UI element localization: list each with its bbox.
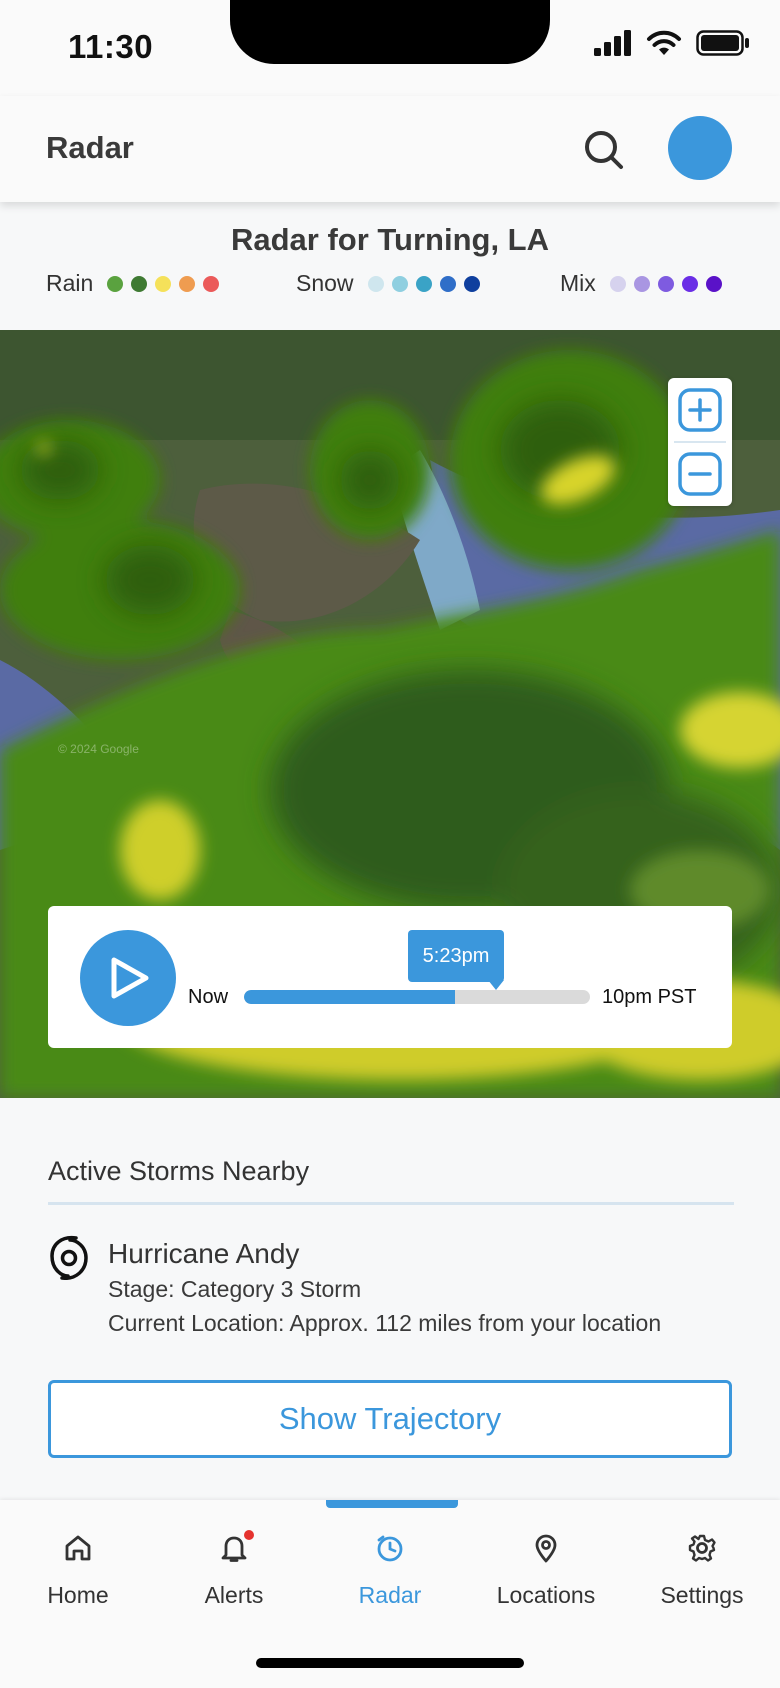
- tab-radar[interactable]: Radar: [312, 1528, 468, 1618]
- timeline-track[interactable]: [244, 990, 590, 1004]
- search-button[interactable]: [580, 126, 628, 174]
- tab-label-alerts: Alerts: [204, 1582, 264, 1608]
- legend-dot: [705, 275, 722, 292]
- bottom-tab-bar: Home Alerts Radar Locations Settings: [0, 1500, 780, 1688]
- legend-dot: [391, 275, 408, 292]
- legend-mix: Mix: [560, 270, 730, 297]
- legend-snow: Snow: [296, 270, 488, 297]
- storms-section-title: Active Storms Nearby: [48, 1156, 310, 1186]
- timeline-start-label: Now: [188, 986, 229, 1008]
- legend-dot: [609, 275, 626, 292]
- legend-dot: [179, 275, 196, 292]
- home-indicator: [256, 1658, 524, 1668]
- zoom-divider: [674, 441, 726, 443]
- zoom-in-button[interactable]: [676, 386, 724, 434]
- legend-dot: [657, 275, 674, 292]
- legend-dot: [131, 275, 148, 292]
- radar-icon: [377, 1535, 403, 1562]
- location-pin-icon: [535, 1534, 557, 1563]
- storm-stage: Stage: Category 3 Storm: [108, 1276, 362, 1302]
- storm-location: Current Location: Approx. 112 miles from…: [108, 1310, 662, 1336]
- legend-label-mix: Mix: [560, 270, 596, 296]
- tab-alerts[interactable]: Alerts: [156, 1528, 312, 1618]
- map-watermark: © 2024 Google: [58, 742, 139, 756]
- timeline-current-time: 5:23pm: [408, 930, 504, 982]
- status-bar: 11:30: [0, 0, 780, 96]
- device-notch: [230, 0, 550, 64]
- legend-dot: [415, 275, 432, 292]
- wifi-icon: [647, 30, 681, 55]
- page-title: Radar: [46, 130, 134, 165]
- avatar[interactable]: [668, 116, 732, 180]
- home-icon: [65, 1535, 91, 1561]
- timeline-end-label: 10pm PST: [602, 986, 697, 1008]
- legend-dot: [155, 275, 172, 292]
- tab-label-locations: Locations: [496, 1582, 596, 1608]
- hurricane-icon: [48, 1234, 90, 1280]
- search-icon: [585, 131, 623, 169]
- tab-home[interactable]: Home: [0, 1528, 156, 1618]
- legend-label-rain: Rain: [46, 270, 94, 296]
- app-header: Radar: [0, 96, 780, 202]
- plus-icon: [678, 388, 722, 432]
- legend-dot: [367, 275, 384, 292]
- legend-dot: [203, 275, 220, 292]
- active-tab-indicator: [326, 1500, 458, 1508]
- legend-dot: [439, 275, 456, 292]
- alert-badge: [244, 1530, 254, 1540]
- tab-label-radar: Radar: [358, 1582, 422, 1608]
- timeline-progress: [244, 990, 456, 1004]
- storm-name: Hurricane Andy: [108, 1238, 300, 1269]
- show-trajectory-button[interactable]: Show Trajectory: [48, 1380, 732, 1458]
- radar-title: Radar for Turning, LA: [230, 222, 550, 257]
- gear-icon: [688, 1534, 716, 1562]
- radar-playback-panel: Now 5:23pm 10pm PST: [48, 906, 732, 1048]
- battery-icon: [696, 30, 749, 56]
- tab-label-settings: Settings: [660, 1582, 744, 1608]
- cellular-signal-icon: [594, 30, 631, 56]
- status-time: 11:30: [68, 28, 154, 65]
- radar-header: Radar for Turning, LA Rain Snow Mix: [0, 202, 780, 330]
- legend-rain: Rain: [46, 270, 227, 297]
- legend-dot: [107, 275, 124, 292]
- play-icon: [111, 957, 149, 999]
- legend-dot: [633, 275, 650, 292]
- status-icons: [594, 30, 750, 56]
- legend-dot: [463, 275, 480, 292]
- legend-label-snow: Snow: [296, 270, 354, 296]
- section-divider: [48, 1202, 734, 1205]
- play-button[interactable]: [80, 930, 176, 1026]
- timeline-bubble-tip: [488, 980, 504, 990]
- zoom-control: [668, 378, 732, 506]
- minus-icon: [678, 452, 722, 496]
- zoom-out-button[interactable]: [676, 450, 724, 498]
- tab-locations[interactable]: Locations: [468, 1528, 624, 1618]
- tab-label-home: Home: [47, 1582, 109, 1608]
- legend-dot: [681, 275, 698, 292]
- tab-settings[interactable]: Settings: [624, 1528, 780, 1618]
